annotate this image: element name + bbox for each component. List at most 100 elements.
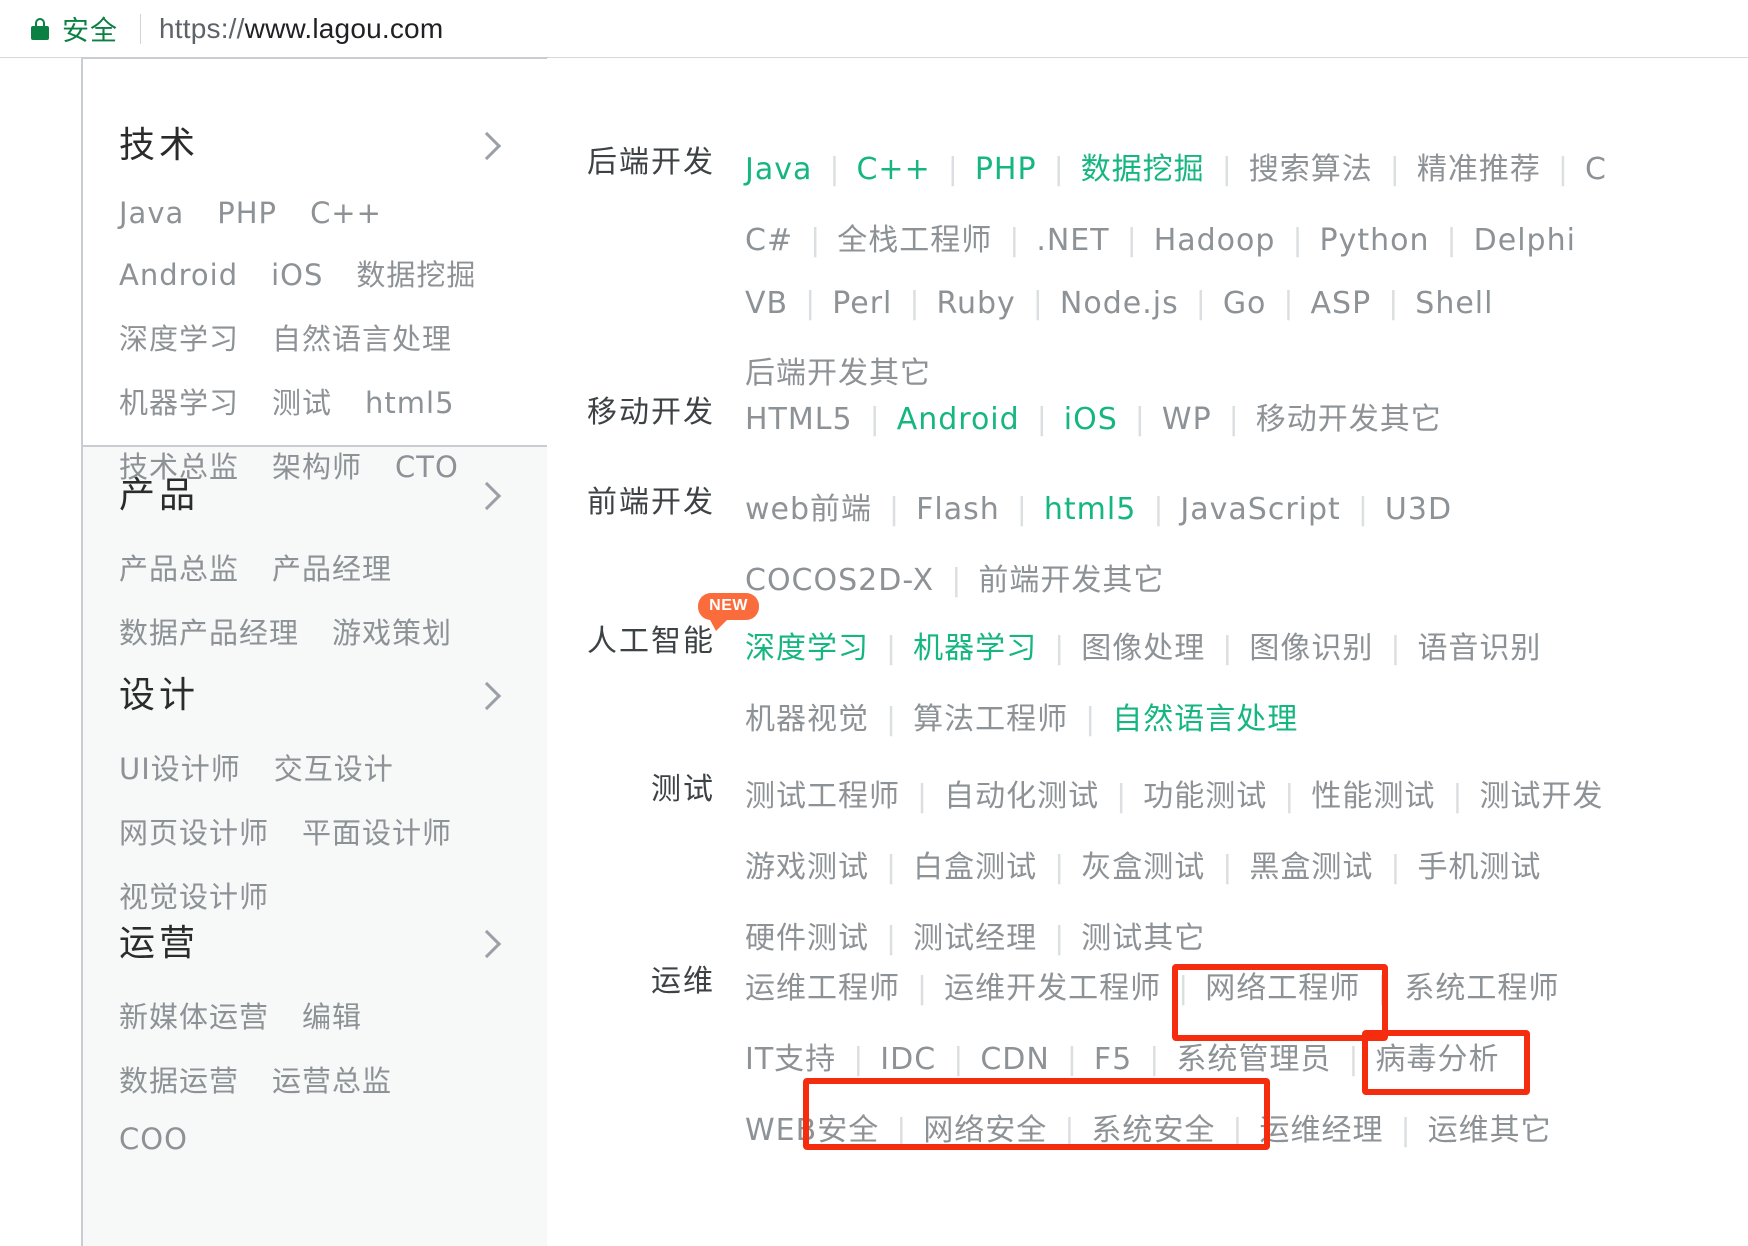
job-tag[interactable]: C# <box>745 223 793 258</box>
job-tag[interactable]: 数据挖掘 <box>1081 144 1205 188</box>
job-tag[interactable]: Shell <box>1415 286 1493 321</box>
job-tag[interactable]: 搜索算法 <box>1249 144 1373 188</box>
job-tag[interactable]: 精准推荐 <box>1417 144 1541 188</box>
chevron-right-icon[interactable] <box>473 482 501 510</box>
sidebar-link[interactable]: 视觉设计师 <box>119 874 269 916</box>
sidebar-link[interactable]: 数据挖掘 <box>356 252 476 294</box>
sidebar-link[interactable]: Android <box>119 258 238 292</box>
job-tag[interactable]: C <box>1585 152 1607 187</box>
job-tag[interactable]: 后端开发其它 <box>745 348 931 392</box>
sidebar-link[interactable]: 网页设计师 <box>119 810 269 852</box>
job-tag[interactable]: 自动化测试 <box>944 771 1099 815</box>
job-tag[interactable]: 灰盒测试 <box>1081 842 1205 886</box>
job-tag[interactable]: 黑盒测试 <box>1249 842 1373 886</box>
job-tag[interactable]: 硬件测试 <box>745 913 869 957</box>
job-tag[interactable]: 病毒分析 <box>1375 1034 1499 1078</box>
sidebar-link[interactable]: iOS <box>271 258 323 292</box>
sidebar-link[interactable]: 机器学习 <box>119 380 239 422</box>
job-tag[interactable]: Ruby <box>936 286 1015 321</box>
browser-address-bar[interactable]: 安全 https://www.lagou.com <box>0 0 1748 58</box>
job-tag[interactable]: 性能测试 <box>1311 771 1435 815</box>
sidebar-category-header[interactable]: 运营 <box>83 916 549 972</box>
job-tag[interactable]: 机器学习 <box>913 623 1037 667</box>
job-tag[interactable]: COCOS2D-X <box>745 563 934 598</box>
job-tag[interactable]: 测试其它 <box>1081 913 1205 957</box>
chevron-right-icon[interactable] <box>473 682 501 710</box>
sidebar-link[interactable]: 运营总监 <box>272 1058 392 1100</box>
sidebar-link[interactable]: 深度学习 <box>119 316 239 358</box>
sidebar-category-header[interactable]: 产品 <box>83 468 549 524</box>
sidebar-link[interactable]: C++ <box>310 196 382 230</box>
job-tag[interactable]: Flash <box>916 492 1000 527</box>
job-tag[interactable]: HTML5 <box>745 402 853 437</box>
sidebar-link[interactable]: 编辑 <box>302 994 362 1036</box>
url-text[interactable]: https://www.lagou.com <box>159 13 443 45</box>
job-tag[interactable]: 全栈工程师 <box>837 215 992 259</box>
job-tag[interactable]: Android <box>897 402 1020 437</box>
sidebar-link[interactable]: UI设计师 <box>119 746 241 788</box>
sidebar-link[interactable]: 平面设计师 <box>302 810 452 852</box>
job-tag[interactable]: 语音识别 <box>1417 623 1541 667</box>
sidebar-link[interactable]: 数据产品经理 <box>119 610 299 652</box>
job-tag[interactable]: WP <box>1162 402 1212 437</box>
job-tag[interactable]: 算法工程师 <box>913 694 1068 738</box>
job-tag[interactable]: 测试开发 <box>1479 771 1603 815</box>
job-tag[interactable]: 图像识别 <box>1249 623 1373 667</box>
job-tag[interactable]: JavaScript <box>1180 492 1340 527</box>
sidebar-link[interactable]: Java <box>119 196 184 230</box>
job-tag[interactable]: U3D <box>1385 492 1452 527</box>
job-tag[interactable]: 运维其它 <box>1428 1105 1552 1149</box>
job-tag[interactable]: 功能测试 <box>1143 771 1267 815</box>
job-tag[interactable]: 测试经理 <box>913 913 1037 957</box>
sidebar-link[interactable]: COO <box>119 1122 188 1156</box>
job-tag[interactable]: IT支持 <box>745 1034 836 1078</box>
job-tag[interactable]: 系统管理员 <box>1176 1034 1331 1078</box>
sidebar-link[interactable]: 新媒体运营 <box>119 994 269 1036</box>
job-tag[interactable]: C++ <box>856 152 930 187</box>
chevron-right-icon[interactable] <box>473 132 501 160</box>
job-tag[interactable]: 运维工程师 <box>745 963 900 1007</box>
job-tag[interactable]: 网络安全 <box>923 1105 1047 1149</box>
job-tag[interactable]: 移动开发其它 <box>1256 394 1442 438</box>
job-tag[interactable]: 图像处理 <box>1081 623 1205 667</box>
job-tag[interactable]: 自然语言处理 <box>1112 694 1298 738</box>
job-tag[interactable]: web前端 <box>745 484 872 528</box>
job-tag[interactable]: F5 <box>1094 1042 1132 1077</box>
sidebar-category-header[interactable]: 设计 <box>83 668 549 724</box>
job-tag[interactable]: 手机测试 <box>1417 842 1541 886</box>
job-tag[interactable]: 系统安全 <box>1091 1105 1215 1149</box>
sidebar-link[interactable]: 测试 <box>272 380 332 422</box>
sidebar-link[interactable]: PHP <box>217 196 277 230</box>
job-tag[interactable]: 前端开发其它 <box>978 555 1164 599</box>
job-tag[interactable]: CDN <box>980 1042 1050 1077</box>
job-tag[interactable]: 系统工程师 <box>1404 963 1559 1007</box>
job-tag[interactable]: Node.js <box>1060 286 1179 321</box>
job-tag[interactable]: Delphi <box>1474 223 1576 258</box>
job-tag[interactable]: 白盒测试 <box>913 842 1037 886</box>
job-tag[interactable]: Python <box>1320 223 1430 258</box>
job-tag[interactable]: 机器视觉 <box>745 694 869 738</box>
job-tag[interactable]: Go <box>1223 286 1267 321</box>
job-tag[interactable]: 运维经理 <box>1260 1105 1384 1149</box>
job-tag[interactable]: 测试工程师 <box>745 771 900 815</box>
job-tag[interactable]: iOS <box>1064 402 1118 437</box>
job-tag[interactable]: html5 <box>1044 492 1136 527</box>
chevron-right-icon[interactable] <box>473 930 501 958</box>
job-tag[interactable]: .NET <box>1036 223 1109 258</box>
job-tag[interactable]: WEB安全 <box>745 1105 879 1149</box>
job-tag[interactable]: 深度学习 <box>745 623 869 667</box>
job-tag[interactable]: ASP <box>1311 286 1372 321</box>
sidebar-link[interactable]: html5 <box>365 386 455 420</box>
sidebar-link[interactable]: 产品经理 <box>272 546 392 588</box>
sidebar-link[interactable]: 产品总监 <box>119 546 239 588</box>
sidebar-link[interactable]: 自然语言处理 <box>272 316 452 358</box>
job-tag[interactable]: 网络工程师 <box>1205 963 1360 1007</box>
sidebar-link[interactable]: 交互设计 <box>274 746 394 788</box>
job-tag[interactable]: IDC <box>880 1042 936 1077</box>
job-tag[interactable]: Hadoop <box>1154 223 1276 258</box>
job-tag[interactable]: 游戏测试 <box>745 842 869 886</box>
sidebar-link[interactable]: 数据运营 <box>119 1058 239 1100</box>
job-tag[interactable]: VB <box>745 286 788 321</box>
job-tag[interactable]: 运维开发工程师 <box>944 963 1161 1007</box>
job-tag[interactable]: Java <box>745 152 812 187</box>
